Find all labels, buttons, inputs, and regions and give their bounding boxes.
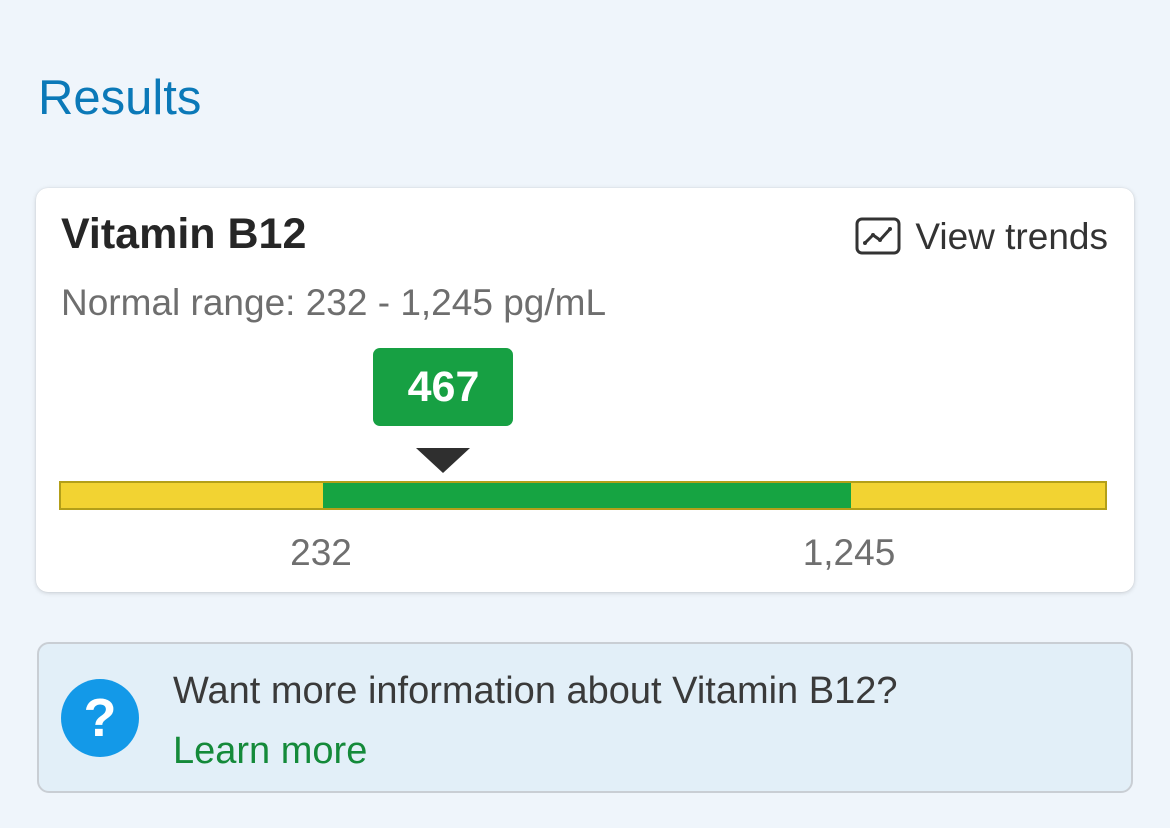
info-question-text: Want more information about Vitamin B12? bbox=[173, 670, 898, 712]
range-high-label: 1,245 bbox=[802, 532, 896, 573]
question-circle-icon: ? bbox=[61, 679, 139, 757]
range-low-label: 232 bbox=[290, 532, 352, 573]
normal-range-segment bbox=[323, 483, 851, 508]
page-title: Results bbox=[38, 71, 202, 125]
info-box: ? Want more information about Vitamin B1… bbox=[37, 642, 1133, 793]
range-gauge: 467 232 1,245 bbox=[36, 188, 1134, 592]
range-bar bbox=[59, 481, 1107, 510]
value-pointer-icon bbox=[416, 448, 471, 473]
learn-more-link[interactable]: Learn more bbox=[173, 732, 367, 770]
result-card: Vitamin B12 View trends Normal range: 23… bbox=[36, 188, 1134, 592]
value-badge: 467 bbox=[373, 348, 514, 426]
